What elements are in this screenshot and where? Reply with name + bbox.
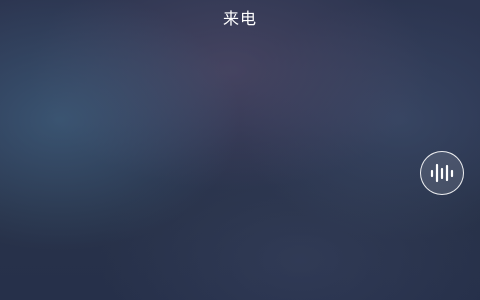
incoming-call-screen: 来电 <box>0 0 480 300</box>
voice-waveform-button[interactable] <box>420 151 464 195</box>
audio-waveform-icon <box>430 163 454 183</box>
call-status-title: 来电 <box>222 9 257 28</box>
